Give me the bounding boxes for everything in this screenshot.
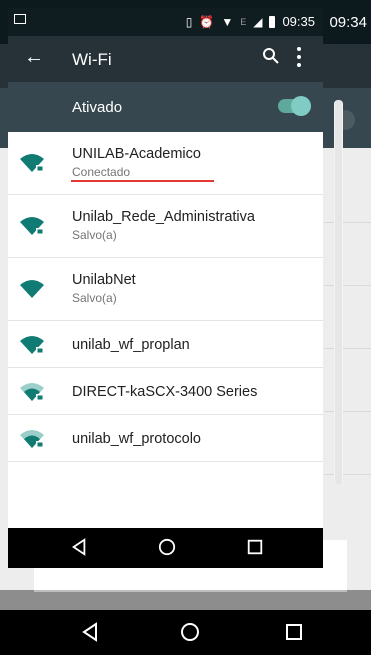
background-divider [324,474,371,475]
clock: 09:35 [282,14,315,29]
network-row[interactable]: UnilabNet Salvo(a) [8,258,323,321]
background-divider [324,222,371,223]
page-title: Wi-Fi [72,50,112,69]
toggle-thumb [291,96,311,116]
background-bottom-strip [0,590,371,610]
wifi-toggle[interactable] [278,96,311,116]
wifi-secured-icon [20,217,44,235]
app-toolbar: ← Wi-Fi [8,36,323,82]
wifi-status-icon: ▼ [221,14,234,29]
scrollbar[interactable] [334,100,343,485]
wifi-open-icon [20,280,44,298]
vibrate-icon: ▯ [185,14,193,29]
network-status: Conectado [72,165,131,179]
network-row[interactable]: unilab_wf_proplan [8,321,323,368]
network-row[interactable]: unilab_wf_protocolo [8,415,323,462]
search-icon[interactable] [262,47,280,65]
background-divider [324,285,371,286]
network-ssid: unilab_wf_proplan [72,337,190,353]
nav-recent-apps-icon[interactable] [246,538,264,556]
network-row[interactable]: Unilab_Rede_Administrativa Salvo(a) [8,195,323,258]
card-navigation-bar [8,528,323,568]
nav-home-icon[interactable] [180,622,200,642]
screenshot-notification-icon [14,14,26,24]
wifi-switch-bar[interactable]: Ativado [8,82,323,132]
cell-signal-icon: ◢ [253,14,263,29]
network-ssid: unilab_wf_protocolo [72,431,201,447]
wifi-secured-icon [20,336,44,354]
network-ssid: DIRECT-kaSCX-3400 Series [72,384,258,400]
network-row[interactable]: UNILAB-Academico Conectado [8,132,323,195]
network-list: UNILAB-Academico Conectado Unilab_Rede_A… [8,132,323,462]
background-clock: 09:34 [329,14,367,31]
background-divider [324,348,371,349]
status-bar: ▯ ⏰ ▼ E ◢ 09:35 [8,8,323,36]
nav-recent-apps-icon[interactable] [284,622,304,642]
battery-icon [269,15,276,28]
edge-network-icon: E [240,16,247,27]
status-icons: ▯ ⏰ ▼ E ◢ 09:35 [186,14,315,29]
network-status: Salvo(a) [72,291,117,305]
background-divider [324,411,371,412]
more-vert-icon[interactable] [296,47,302,67]
annotation-underline [71,180,214,182]
alarm-icon: ⏰ [199,14,215,29]
nav-back-icon[interactable] [70,538,88,556]
network-row[interactable]: DIRECT-kaSCX-3400 Series [8,368,323,415]
wifi-secured-medium-icon [20,383,44,401]
arrow-back-icon[interactable]: ← [24,46,44,69]
wifi-settings-window: ▯ ⏰ ▼ E ◢ 09:35 ← Wi-Fi Ativado UNILAB-A… [8,8,323,568]
network-ssid: UNILAB-Academico [72,146,201,162]
wifi-secured-medium-icon [20,430,44,448]
nav-back-icon[interactable] [80,622,100,642]
scrollbar-thumb[interactable] [335,100,342,485]
wifi-secured-icon [20,154,44,172]
network-status: Salvo(a) [72,228,117,242]
network-ssid: UnilabNet [72,272,136,288]
network-ssid: Unilab_Rede_Administrativa [72,209,255,225]
nav-home-icon[interactable] [158,538,176,556]
wifi-switch-label: Ativado [72,99,123,116]
